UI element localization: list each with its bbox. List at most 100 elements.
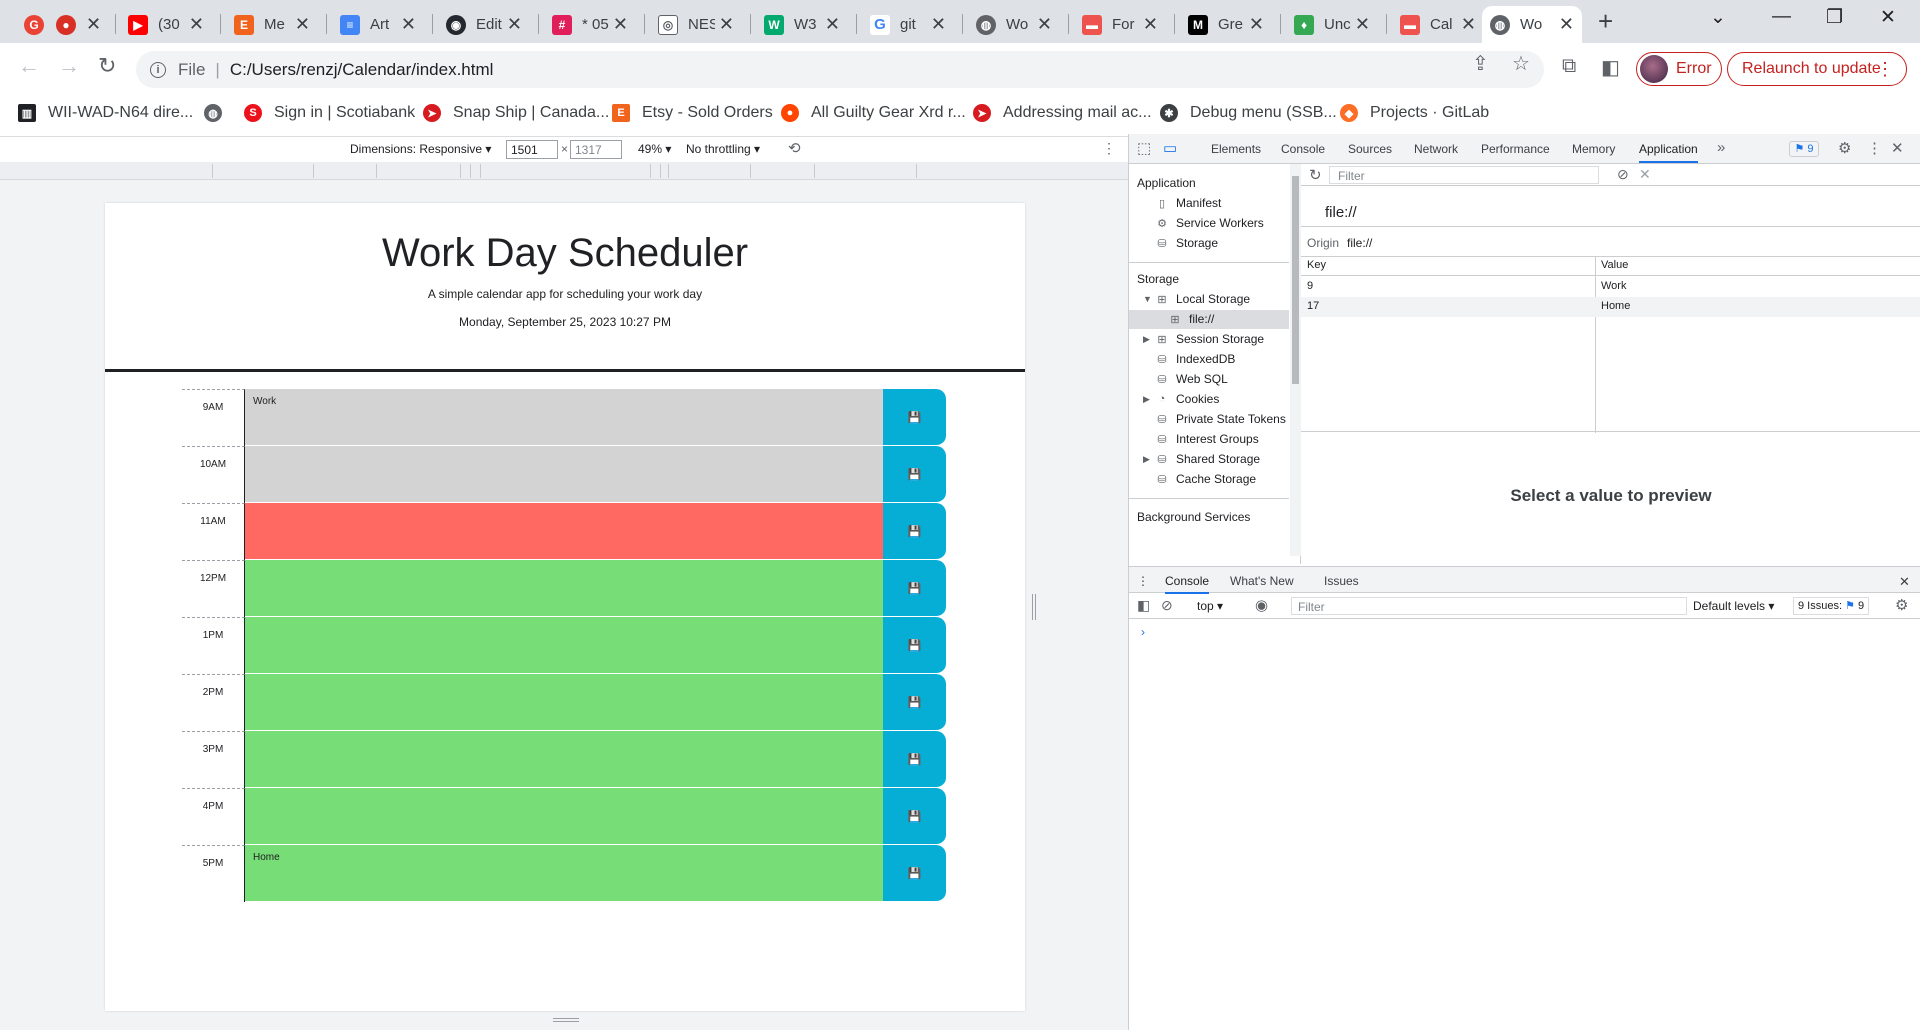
sidebar-item-interest-groups[interactable]: ⛁ Interest Groups [1156, 432, 1258, 446]
expanded-arrow-icon[interactable]: ▼ [1143, 294, 1152, 304]
site-info-icon[interactable]: i [150, 61, 166, 78]
close-drawer-icon[interactable]: ✕ [1899, 574, 1910, 590]
save-button[interactable]: 💾 [883, 788, 946, 845]
browser-tab[interactable]: E Me ✕ [226, 6, 318, 43]
menu-dots-icon[interactable]: ⋮ [1876, 59, 1894, 80]
zoom-select[interactable]: 49% ▾ [638, 142, 671, 156]
address-bar[interactable]: i File | C:/Users/renzj/Calendar/index.h… [136, 51, 1544, 88]
key-column-header[interactable]: Key [1307, 259, 1326, 271]
save-button[interactable]: 💾 [883, 674, 946, 731]
drawer-menu-icon[interactable]: ⋮ [1137, 574, 1149, 588]
delete-selected-icon[interactable]: ✕ [1639, 166, 1651, 183]
sidebar-item-cache-storage[interactable]: ⛁ Cache Storage [1156, 472, 1256, 486]
event-textarea[interactable] [245, 617, 883, 674]
more-options-icon[interactable]: ⋮ [1102, 140, 1116, 157]
close-tab-icon[interactable]: ✕ [189, 14, 204, 35]
browser-tab[interactable]: ♦ Unc ✕ [1286, 6, 1378, 43]
tab-sources[interactable]: Sources [1348, 142, 1392, 156]
collapsed-arrow-icon[interactable]: ▶ [1143, 454, 1150, 465]
event-textarea[interactable]: Work [245, 389, 883, 446]
tab-elements[interactable]: Elements [1211, 142, 1261, 156]
browser-tab[interactable]: ◉ Edit ✕ [438, 6, 530, 43]
event-textarea[interactable] [245, 731, 883, 788]
clear-console-icon[interactable]: ⊘ [1161, 597, 1173, 614]
browser-tab[interactable]: W W3 ✕ [756, 6, 848, 43]
browser-tab[interactable]: M Gre ✕ [1180, 6, 1272, 43]
event-textarea[interactable] [245, 446, 883, 503]
save-button[interactable]: 💾 [883, 617, 946, 674]
browser-tab[interactable]: G ● ✕ [16, 6, 108, 43]
bookmark-item[interactable]: ◍ [204, 104, 234, 122]
save-button[interactable]: 💾 [883, 389, 946, 446]
tab-console[interactable]: Console [1281, 142, 1325, 156]
back-icon[interactable]: ← [18, 53, 40, 79]
sidebar-item-private-state-tokens[interactable]: ⛁ Private State Tokens [1156, 412, 1285, 426]
viewport-resize-handle-bottom[interactable] [553, 1018, 579, 1022]
drawer-tab-issues[interactable]: Issues [1324, 574, 1359, 588]
bookmark-item[interactable]: ● All Guilty Gear Xrd r... [781, 104, 966, 122]
inspect-element-icon[interactable]: ⬚ [1137, 139, 1151, 157]
minimize-icon[interactable]: — [1772, 6, 1791, 28]
sidebar-item-cookies[interactable]: ▶ ◔ Cookies [1143, 392, 1219, 406]
close-tab-icon[interactable]: ✕ [1037, 14, 1052, 35]
throttle-select[interactable]: No throttling ▾ [686, 142, 760, 156]
share-icon[interactable]: ⇪ [1472, 51, 1489, 76]
event-textarea[interactable] [245, 788, 883, 845]
profile-error-button[interactable]: Error [1636, 52, 1722, 86]
bookmark-item[interactable]: ➤ Snap Ship | Canada... [423, 104, 609, 122]
sidebar-toggle-icon[interactable]: ◧ [1137, 597, 1150, 614]
bookmark-item[interactable]: ➤ Addressing mail ac... [973, 104, 1152, 122]
console-filter-input[interactable]: Filter [1291, 597, 1687, 615]
clear-all-icon[interactable]: ⊘ [1617, 166, 1629, 183]
forward-icon[interactable]: → [58, 53, 80, 79]
device-toggle-icon[interactable]: ▭ [1163, 139, 1177, 157]
close-tab-icon[interactable]: ✕ [931, 14, 946, 35]
settings-gear-icon[interactable]: ⚙ [1838, 139, 1851, 157]
context-select[interactable]: top ▾ [1197, 599, 1223, 613]
width-input[interactable]: 1501 [506, 140, 558, 159]
more-tabs-icon[interactable]: » [1717, 139, 1725, 156]
sidebar-item-file-origin[interactable]: ⊞ file:// [1169, 312, 1214, 326]
browser-tab[interactable]: G git ✕ [862, 6, 954, 43]
table-row[interactable]: 9 Work [1301, 277, 1920, 297]
browser-tab[interactable]: # * 05 ✕ [544, 6, 636, 43]
bookmark-item[interactable]: ▥ WII-WAD-N64 dire... [18, 104, 193, 122]
sidebar-item-service-workers[interactable]: ⚙ Service Workers [1156, 216, 1264, 230]
close-tab-icon[interactable]: ✕ [295, 14, 310, 35]
console-issues-button[interactable]: 9 Issues: ⚑ 9 [1793, 597, 1870, 615]
tab-application[interactable]: Application [1639, 142, 1698, 163]
event-textarea[interactable] [245, 503, 883, 560]
reload-icon[interactable]: ↻ [98, 53, 116, 79]
side-panel-icon[interactable]: ◧ [1601, 55, 1620, 80]
media-query-ruler[interactable] [0, 162, 1128, 180]
bookmark-item[interactable]: ◆ Projects · GitLab [1340, 104, 1489, 122]
browser-tab[interactable]: ◎ NES ✕ [650, 6, 742, 43]
save-button[interactable]: 💾 [883, 503, 946, 560]
close-tab-icon[interactable]: ✕ [1559, 14, 1574, 35]
sidebar-item-session-storage[interactable]: ▶ ⊞ Session Storage [1143, 332, 1264, 346]
height-input[interactable]: 1317 [570, 140, 622, 159]
console-settings-gear-icon[interactable]: ⚙ [1895, 596, 1908, 614]
restore-icon[interactable]: ❐ [1826, 6, 1843, 29]
new-tab-icon[interactable]: + [1598, 6, 1613, 37]
close-tab-icon[interactable]: ✕ [1355, 14, 1370, 35]
browser-tab-active[interactable]: ◍ Wo ✕ [1482, 6, 1582, 43]
close-tab-icon[interactable]: ✕ [401, 14, 416, 35]
issues-badge[interactable]: ⚑ 9 [1789, 141, 1819, 157]
tab-search-icon[interactable]: ⌄ [1710, 6, 1726, 29]
save-button[interactable]: 💾 [883, 731, 946, 788]
close-tab-icon[interactable]: ✕ [1461, 14, 1476, 35]
browser-tab[interactable]: ◍ Wo ✕ [968, 6, 1060, 43]
sidebar-item-local-storage[interactable]: ▼ ⊞ Local Storage [1143, 292, 1250, 306]
bookmark-item[interactable]: E Etsy - Sold Orders [612, 104, 773, 122]
close-tab-icon[interactable]: ✕ [1249, 14, 1264, 35]
close-tab-icon[interactable]: ✕ [1143, 14, 1158, 35]
sidebar-item-shared-storage[interactable]: ▶ ⛁ Shared Storage [1143, 452, 1260, 466]
close-tab-icon[interactable]: ✕ [613, 14, 628, 35]
refresh-icon[interactable]: ↻ [1309, 166, 1322, 184]
extensions-icon[interactable]: ⧉ [1562, 55, 1576, 78]
devtools-menu-icon[interactable]: ⋮ [1867, 139, 1882, 157]
browser-tab[interactable]: ≡ Art ✕ [332, 6, 424, 43]
viewport-resize-handle-right[interactable] [1032, 594, 1036, 620]
tab-network[interactable]: Network [1414, 142, 1458, 156]
